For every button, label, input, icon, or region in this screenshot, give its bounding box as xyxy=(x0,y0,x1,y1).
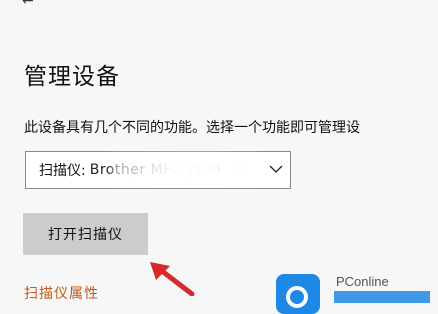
page-title: 管理设备 xyxy=(24,64,120,90)
watermark-glyphs xyxy=(334,291,430,303)
scanner-properties-link[interactable]: 扫描仪属性 xyxy=(24,283,99,303)
annotation-arrow-icon xyxy=(150,262,195,296)
back-arrow-icon[interactable]: ← xyxy=(22,0,36,8)
redaction-blur xyxy=(112,154,258,184)
chevron-down-icon[interactable] xyxy=(268,161,284,177)
open-scanner-button[interactable]: 打开扫描仪 xyxy=(23,213,148,255)
device-select-label: 扫描仪: xyxy=(39,163,86,179)
watermark-brand: PConline xyxy=(336,274,389,289)
pconline-logo-icon xyxy=(276,274,320,314)
watermark: PConline xyxy=(272,274,438,314)
page-description: 此设备具有几个不同的功能。选择一个功能即可管理设 xyxy=(24,120,360,136)
